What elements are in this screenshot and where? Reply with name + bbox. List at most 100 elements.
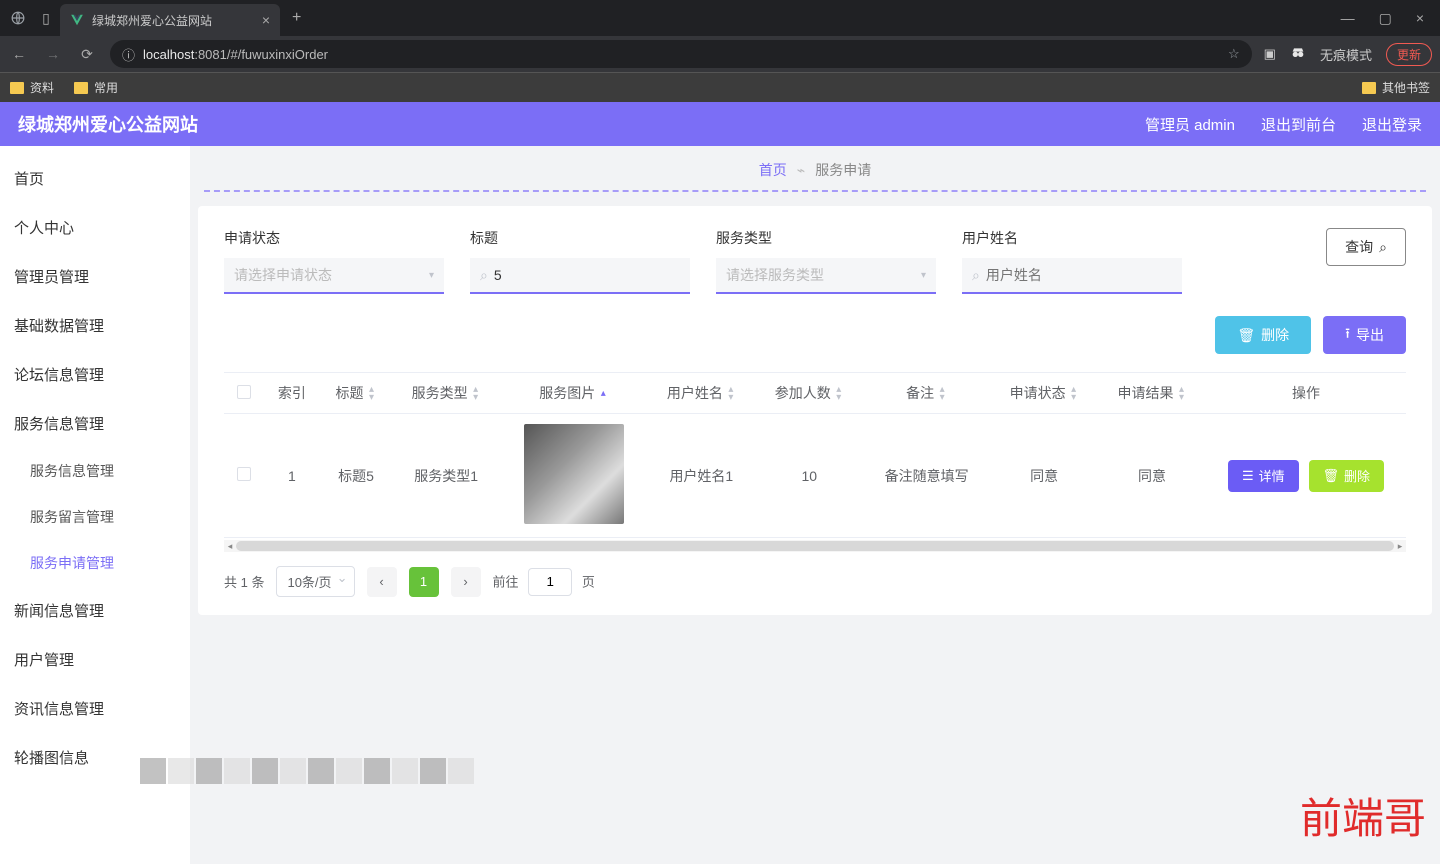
header-logout[interactable]: 退出登录 xyxy=(1362,114,1422,135)
extensions-icon[interactable]: ▣ xyxy=(1264,46,1276,62)
maximize-icon[interactable]: ▢ xyxy=(1379,10,1392,27)
folder-icon xyxy=(1362,82,1376,94)
sort-icon: ▴▾ xyxy=(1177,386,1187,402)
app-icon: ▯ xyxy=(32,4,60,32)
filter-status-label: 申请状态 xyxy=(224,228,444,248)
sidebar-item-forum[interactable]: 论坛信息管理 xyxy=(0,350,190,399)
close-icon[interactable]: × xyxy=(262,12,270,28)
filter-user-input[interactable]: ⌕ xyxy=(962,258,1182,294)
row-checkbox[interactable] xyxy=(237,467,251,481)
breadcrumb-current: 服务申请 xyxy=(815,160,871,180)
batch-delete-button[interactable]: 🗑 删除 xyxy=(1215,316,1311,354)
tab-title: 绿城郑州爱心公益网站 xyxy=(92,12,212,29)
thumbnail-image[interactable] xyxy=(524,424,624,524)
search-icon: ⌕ xyxy=(480,267,488,284)
col-count[interactable]: 参加人数▴▾ xyxy=(755,373,863,414)
sidebar-item-admin[interactable]: 管理员管理 xyxy=(0,252,190,301)
search-icon: ⌕ xyxy=(972,267,980,284)
sort-icon: ▴▾ xyxy=(726,386,736,402)
goto-page-input[interactable] xyxy=(528,568,572,596)
col-result[interactable]: 申请结果▴▾ xyxy=(1098,373,1206,414)
sidebar-item-news[interactable]: 新闻信息管理 xyxy=(0,586,190,635)
app-title: 绿城郑州爱心公益网站 xyxy=(18,111,198,137)
forward-button[interactable]: → xyxy=(42,46,64,62)
content-card: 申请状态 请选择申请状态 ▾ 标题 ⌕ 服务类 xyxy=(198,206,1432,615)
chevron-right-icon: ⌁ xyxy=(797,162,805,179)
trash-icon: 🗑 xyxy=(1237,327,1255,344)
sidebar-sub-service-apply[interactable]: 服务申请管理 xyxy=(0,540,190,586)
reload-button[interactable]: ⟳ xyxy=(76,46,98,63)
cell-count: 10 xyxy=(755,414,863,538)
next-page-button[interactable]: › xyxy=(451,567,481,597)
scroll-right-icon[interactable]: ▸ xyxy=(1394,540,1406,552)
sidebar-sub-service-info[interactable]: 服务信息管理 xyxy=(0,448,190,494)
sort-icon: ▴ xyxy=(598,390,608,398)
cell-result: 同意 xyxy=(1098,414,1206,538)
col-user[interactable]: 用户姓名▴▾ xyxy=(647,373,755,414)
folder-icon xyxy=(10,82,24,94)
breadcrumb-home[interactable]: 首页 xyxy=(759,160,787,180)
col-title[interactable]: 标题▴▾ xyxy=(320,373,392,414)
sort-icon: ▴▾ xyxy=(834,386,844,402)
chevron-down-icon: ▾ xyxy=(921,270,926,281)
col-index: 索引 xyxy=(264,373,320,414)
main-content: 首页 ⌁ 服务申请 申请状态 请选择申请状态 ▾ 标题 xyxy=(190,146,1440,864)
back-button[interactable]: ← xyxy=(8,46,30,62)
total-text: 共 1 条 xyxy=(224,572,264,591)
cell-type: 服务类型1 xyxy=(392,414,500,538)
url-input[interactable]: ⓘ localhost:8081/#/fuwuxinxiOrder ☆ xyxy=(110,40,1252,68)
sort-icon: ▴▾ xyxy=(1069,386,1079,402)
export-button[interactable]: ⭱ 导出 xyxy=(1323,316,1406,354)
new-tab-button[interactable]: + xyxy=(292,9,301,27)
header-user[interactable]: 管理员 admin xyxy=(1145,114,1235,135)
bookmark-item[interactable]: 资料 xyxy=(10,79,54,96)
filter-status-select[interactable]: 请选择申请状态 ▾ xyxy=(224,258,444,294)
col-ops: 操作 xyxy=(1206,373,1406,414)
scroll-left-icon[interactable]: ◂ xyxy=(224,540,236,552)
update-button[interactable]: 更新 xyxy=(1386,43,1432,66)
bookmarks-bar: 资料 常用 其他书签 xyxy=(0,72,1440,102)
sort-icon: ▴▾ xyxy=(471,386,481,402)
detail-button[interactable]: ☰详情 xyxy=(1228,460,1299,492)
prev-page-button[interactable]: ‹ xyxy=(367,567,397,597)
sidebar-item-info[interactable]: 资讯信息管理 xyxy=(0,684,190,733)
col-image[interactable]: 服务图片▴ xyxy=(500,373,647,414)
delete-button[interactable]: 🗑删除 xyxy=(1309,460,1385,492)
app-header: 绿城郑州爱心公益网站 管理员 admin 退出到前台 退出登录 xyxy=(0,102,1440,146)
address-bar: ← → ⟳ ⓘ localhost:8081/#/fuwuxinxiOrder … xyxy=(0,36,1440,72)
col-type[interactable]: 服务类型▴▾ xyxy=(392,373,500,414)
breadcrumb: 首页 ⌁ 服务申请 xyxy=(198,146,1432,190)
table-wrapper: 索引 标题▴▾ 服务类型▴▾ 服务图片▴ 用户姓名▴▾ 参加人数▴▾ 备注▴▾ … xyxy=(224,372,1406,552)
globe-icon xyxy=(4,4,32,32)
goto-page: 前往 页 xyxy=(493,568,595,596)
sidebar-item-service[interactable]: 服务信息管理 xyxy=(0,399,190,448)
minimize-icon[interactable]: — xyxy=(1341,10,1355,27)
censor-blocks xyxy=(140,758,474,784)
sidebar-sub-service-comment[interactable]: 服务留言管理 xyxy=(0,494,190,540)
sidebar-item-basedata[interactable]: 基础数据管理 xyxy=(0,301,190,350)
search-icon: ⌕ xyxy=(1379,239,1387,256)
info-icon: ⓘ xyxy=(122,45,135,64)
folder-icon xyxy=(74,82,88,94)
sidebar-item-users[interactable]: 用户管理 xyxy=(0,635,190,684)
horizontal-scrollbar[interactable]: ◂ ▸ xyxy=(224,540,1406,552)
page-number-1[interactable]: 1 xyxy=(409,567,439,597)
sidebar-item-home[interactable]: 首页 xyxy=(0,154,190,203)
filter-type-select[interactable]: 请选择服务类型 ▾ xyxy=(716,258,936,294)
star-icon[interactable]: ☆ xyxy=(1228,46,1240,62)
query-button[interactable]: 查询 ⌕ xyxy=(1326,228,1406,266)
filter-title-input[interactable]: ⌕ xyxy=(470,258,690,294)
col-remark[interactable]: 备注▴▾ xyxy=(863,373,990,414)
page-size-select[interactable]: 10条/页 xyxy=(276,566,354,597)
bookmark-item[interactable]: 常用 xyxy=(74,79,118,96)
sidebar-item-personal[interactable]: 个人中心 xyxy=(0,203,190,252)
window-close-icon[interactable]: × xyxy=(1416,10,1424,27)
select-all-checkbox[interactable] xyxy=(237,385,251,399)
trash-icon: 🗑 xyxy=(1323,468,1340,484)
browser-tab[interactable]: 绿城郑州爱心公益网站 × xyxy=(60,4,280,36)
scrollbar-thumb[interactable] xyxy=(236,541,1394,551)
other-bookmarks[interactable]: 其他书签 xyxy=(1362,79,1430,96)
app-root: 绿城郑州爱心公益网站 管理员 admin 退出到前台 退出登录 首页 个人中心 … xyxy=(0,102,1440,864)
col-status[interactable]: 申请状态▴▾ xyxy=(990,373,1098,414)
header-to-front[interactable]: 退出到前台 xyxy=(1261,114,1336,135)
